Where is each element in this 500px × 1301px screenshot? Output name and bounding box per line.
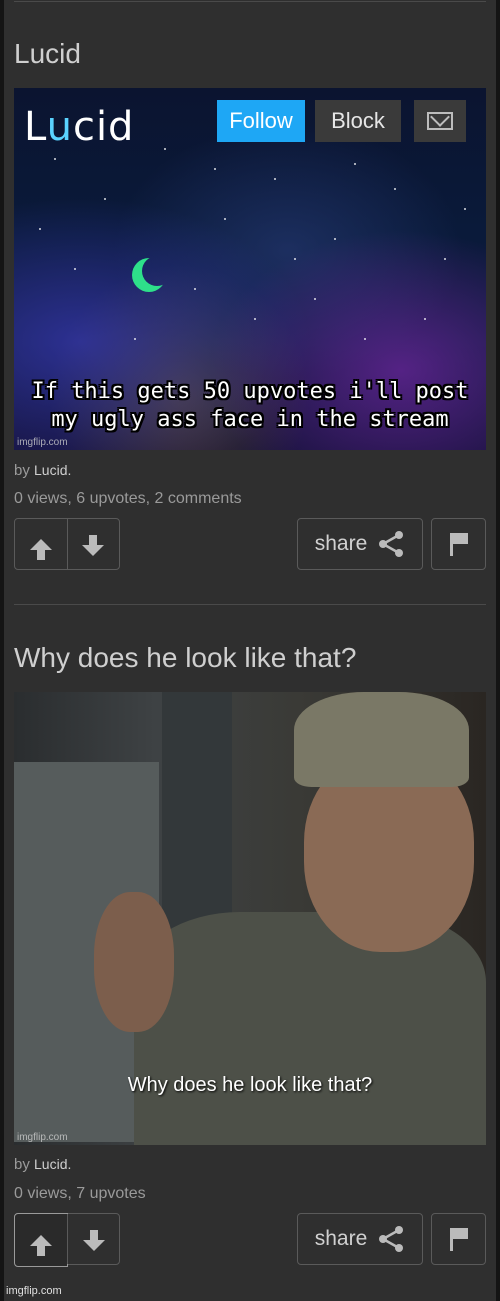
downvote-button[interactable] [67, 1214, 119, 1264]
pointing-hand [94, 892, 174, 1032]
meme-image[interactable]: Why does he look like that? imgflip.com [14, 692, 486, 1145]
footer-watermark: imgflip.com [6, 1285, 62, 1297]
screen-border-left [0, 0, 4, 1301]
vote-group [14, 1213, 120, 1267]
flag-icon [449, 1228, 468, 1251]
downvote-button[interactable] [66, 519, 120, 569]
share-button[interactable]: share [297, 518, 423, 570]
post-title[interactable]: Why does he look like that? [14, 642, 356, 674]
meme-block-graphic: Block [315, 100, 401, 142]
flag-button[interactable] [431, 1213, 486, 1265]
post-title[interactable]: Lucid [14, 38, 81, 70]
downvote-arrow-icon [82, 1229, 105, 1251]
meme-follow-graphic: Follow [217, 100, 305, 142]
share-icon [379, 1226, 404, 1252]
meme-watermark: imgflip.com [17, 1132, 68, 1143]
post-stats: 0 views, 7 upvotes [14, 1185, 146, 1202]
man-jacket [134, 912, 486, 1145]
share-icon [379, 531, 404, 557]
meme-watermark: imgflip.com [17, 437, 68, 448]
downvote-arrow-icon [82, 534, 105, 556]
author-link[interactable]: Lucid. [34, 462, 71, 478]
meme-caption: If this gets 50 upvotes i'll post my ugl… [31, 379, 469, 432]
meme-logo: Lucid [24, 104, 135, 150]
share-button[interactable]: share [297, 1213, 423, 1265]
vote-group [14, 518, 120, 570]
upvote-arrow-icon [29, 538, 52, 560]
meme-caption: Why does he look like that? [127, 1074, 373, 1096]
screen-border-right [496, 0, 500, 1301]
by-label: by [14, 462, 30, 479]
meme-mail-graphic [414, 100, 466, 142]
author-link[interactable]: Lucid. [34, 1156, 71, 1172]
upvote-button[interactable] [14, 1213, 69, 1267]
mail-icon [427, 112, 453, 130]
share-label: share [314, 532, 368, 555]
moon-graphic [142, 256, 172, 286]
flag-button[interactable] [431, 518, 486, 570]
post-divider [14, 604, 486, 605]
by-label: by [14, 1156, 30, 1173]
man-cap [294, 692, 469, 787]
share-label: share [314, 1227, 368, 1250]
meme-image[interactable]: Lucid Follow Block If this gets 50 upvot… [14, 88, 486, 450]
byline: by Lucid. [14, 1156, 71, 1173]
post-stats: 0 views, 6 upvotes, 2 comments [14, 490, 242, 507]
upvote-arrow-icon [30, 1234, 53, 1256]
upvote-button[interactable] [15, 519, 67, 569]
byline: by Lucid. [14, 462, 71, 479]
post-divider [14, 1, 486, 2]
flag-icon [449, 533, 468, 556]
